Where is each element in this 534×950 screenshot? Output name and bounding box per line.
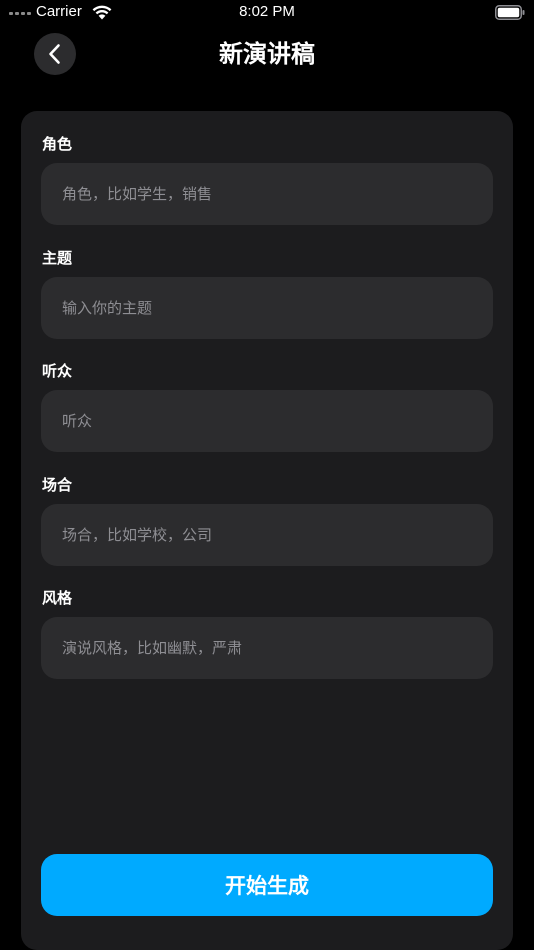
role-input[interactable] xyxy=(41,163,493,225)
style-input[interactable] xyxy=(41,617,493,679)
battery-icon xyxy=(495,5,525,20)
audience-label: 听众 xyxy=(42,362,73,380)
occasion-label: 场合 xyxy=(42,476,73,494)
occasion-input[interactable] xyxy=(41,504,493,566)
page-title: 新演讲稿 xyxy=(219,40,315,68)
style-label: 风格 xyxy=(42,589,73,607)
generate-button[interactable]: 开始生成 xyxy=(41,854,493,916)
status-time: 8:02 PM xyxy=(239,3,295,20)
status-bar: Carrier 8:02 PM xyxy=(0,0,534,28)
form-card: 角色 主题 听众 场合 风格 开始生成 xyxy=(21,111,513,950)
topic-label: 主题 xyxy=(42,249,73,267)
topic-input[interactable] xyxy=(41,277,493,339)
role-label: 角色 xyxy=(42,135,73,153)
audience-input[interactable] xyxy=(41,390,493,452)
